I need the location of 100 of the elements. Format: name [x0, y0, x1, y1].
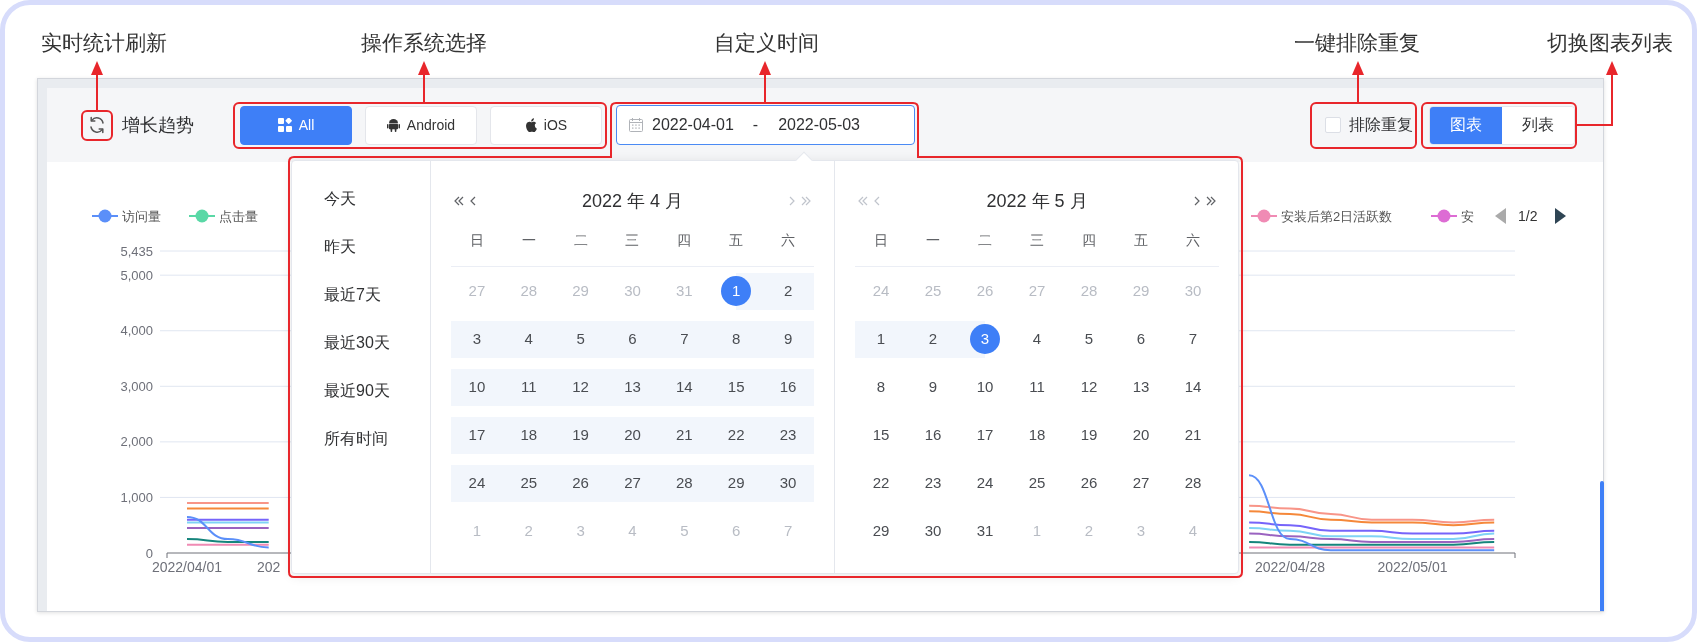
legend-label[interactable]: 点击量 [219, 208, 258, 224]
os-filter-button[interactable]: Android [365, 105, 477, 145]
calendar-day[interactable]: 10 [461, 372, 492, 402]
calendar-day[interactable]: 11 [513, 372, 544, 402]
calendar-day[interactable]: 17 [970, 420, 1000, 450]
calendar-day[interactable]: 24 [970, 468, 1000, 498]
callout-arrow [91, 61, 103, 112]
calendar-day[interactable]: 14 [1178, 372, 1208, 402]
date-separator: - [752, 115, 759, 135]
calendar-day[interactable]: 26 [1074, 468, 1104, 498]
calendar-day[interactable]: 6 [617, 324, 648, 354]
calendar-day[interactable]: 11 [1022, 372, 1052, 402]
refresh-icon[interactable] [87, 115, 107, 135]
calendar-day[interactable]: 16 [773, 372, 804, 402]
double-chevron-right-icon[interactable] [1206, 196, 1217, 206]
calendar-day[interactable]: 15 [866, 420, 896, 450]
calendar-day[interactable]: 3 [970, 324, 1000, 354]
page-next-icon[interactable] [1555, 208, 1566, 224]
weekday-label: 日 [469, 231, 484, 250]
calendar-day[interactable]: 26 [565, 468, 596, 498]
weekday-label: 一 [521, 231, 536, 250]
y-axis-label: 3,000 [120, 378, 153, 394]
calendar-day[interactable]: 14 [669, 372, 700, 402]
date-shortcut[interactable]: 今天 [324, 175, 356, 223]
calendar-day[interactable]: 5 [565, 324, 596, 354]
weekday-label: 四 [677, 231, 692, 250]
chevron-right-icon[interactable] [1194, 196, 1200, 206]
calendar-day[interactable]: 18 [513, 420, 544, 450]
calendar-day[interactable]: 28 [1178, 468, 1208, 498]
calendar-day[interactable]: 24 [461, 468, 492, 498]
calendar-day[interactable]: 9 [918, 372, 948, 402]
calendar-day[interactable]: 29 [721, 468, 752, 498]
weekday-label: 日 [874, 231, 888, 250]
calendar-day[interactable]: 13 [617, 372, 648, 402]
legend-label[interactable]: 访问量 [122, 208, 161, 224]
calendar-day[interactable]: 6 [1126, 324, 1156, 354]
date-shortcut[interactable]: 昨天 [324, 223, 356, 271]
calendar-day[interactable]: 7 [1178, 324, 1208, 354]
calendar-day[interactable]: 10 [970, 372, 1000, 402]
view-toggle-tab[interactable]: 图表 [1430, 106, 1502, 144]
callout-arrow [759, 61, 771, 104]
calendar-day[interactable]: 13 [1126, 372, 1156, 402]
calendar-day[interactable]: 25 [1022, 468, 1052, 498]
calendar-day[interactable]: 19 [565, 420, 596, 450]
calendar-day[interactable]: 27 [1126, 468, 1156, 498]
calendar-day[interactable]: 27 [617, 468, 648, 498]
end-date-field[interactable]: 2022-05-03 [778, 113, 860, 137]
weekday-label: 三 [625, 231, 640, 250]
legend-label[interactable]: 安装后第2日活跃数 [1281, 208, 1393, 224]
calendar-day[interactable]: 2 [918, 324, 948, 354]
calendar-day[interactable]: 30 [918, 516, 948, 546]
date-shortcut[interactable]: 最近7天 [324, 271, 381, 319]
calendar-day[interactable]: 19 [1074, 420, 1104, 450]
calendar-day[interactable]: 9 [773, 324, 804, 354]
os-filter-button[interactable]: iOS [490, 105, 602, 145]
weekday-label: 四 [1082, 231, 1096, 250]
calendar-day[interactable]: 23 [773, 420, 804, 450]
calendar-day[interactable]: 23 [918, 468, 948, 498]
calendar-day[interactable]: 22 [721, 420, 752, 450]
calendar-day[interactable]: 1 [721, 276, 752, 306]
checkbox-label[interactable]: 排除重复 [1349, 113, 1413, 137]
checkbox[interactable] [1325, 117, 1341, 133]
calendar-day[interactable]: 31 [970, 516, 1000, 546]
calendar-day[interactable]: 5 [1074, 324, 1104, 354]
calendar-day[interactable]: 20 [617, 420, 648, 450]
calendar-day[interactable]: 29 [866, 516, 896, 546]
legend-label[interactable]: 安 [1461, 208, 1474, 224]
calendar-day[interactable]: 17 [461, 420, 492, 450]
date-shortcut[interactable]: 所有时间 [324, 415, 388, 463]
calendar-day[interactable]: 20 [1126, 420, 1156, 450]
calendar-day[interactable]: 4 [1022, 324, 1052, 354]
calendar-day[interactable]: 8 [866, 372, 896, 402]
y-axis-label: 0 [145, 545, 153, 561]
calendar-day[interactable]: 16 [918, 420, 948, 450]
calendar-day[interactable]: 22 [866, 468, 896, 498]
calendar-day[interactable]: 28 [669, 468, 700, 498]
legend-page-indicator: 1/2 [1518, 207, 1538, 224]
os-filter-button[interactable]: All [240, 105, 352, 145]
date-range-picker[interactable]: 2022-04-01 - 2022-05-03 [616, 105, 915, 145]
calendar-day[interactable]: 21 [669, 420, 700, 450]
y-axis-label: 2,000 [120, 434, 153, 450]
calendar-day[interactable]: 15 [721, 372, 752, 402]
scrollbar-thumb[interactable] [1600, 481, 1604, 611]
chevron-left-icon[interactable] [470, 196, 476, 206]
calendar-day[interactable]: 25 [513, 468, 544, 498]
calendar-day[interactable]: 8 [721, 324, 752, 354]
date-shortcut[interactable]: 最近90天 [324, 367, 390, 415]
calendar-day[interactable]: 4 [513, 324, 544, 354]
calendar-day[interactable]: 21 [1178, 420, 1208, 450]
calendar-day[interactable]: 12 [565, 372, 596, 402]
calendar-day[interactable]: 3 [461, 324, 492, 354]
calendar-day[interactable]: 1 [866, 324, 896, 354]
date-shortcut[interactable]: 最近30天 [324, 319, 390, 367]
calendar-day[interactable]: 12 [1074, 372, 1104, 402]
calendar-day[interactable]: 18 [1022, 420, 1052, 450]
start-date-field[interactable]: 2022-04-01 [652, 113, 734, 137]
calendar-day[interactable]: 2 [773, 276, 804, 306]
calendar-day[interactable]: 30 [773, 468, 804, 498]
calendar-day[interactable]: 7 [669, 324, 700, 354]
double-chevron-left-icon[interactable] [453, 196, 464, 206]
